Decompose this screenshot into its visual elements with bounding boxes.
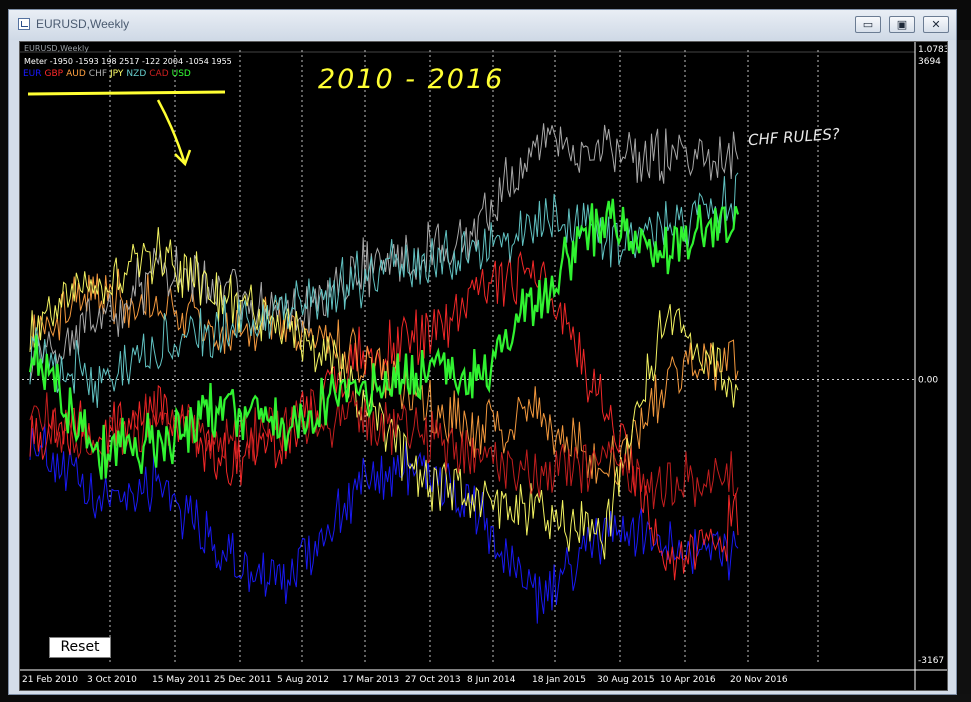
legend-item-aud: AUD	[66, 69, 86, 79]
annotation-underline	[27, 90, 226, 96]
legend-item-cad: CAD	[149, 69, 169, 79]
x-tick-label: 17 Mar 2013	[342, 675, 399, 685]
x-tick-label: 8 Jun 2014	[467, 675, 516, 685]
legend-item-gbp: GBP	[44, 69, 64, 79]
symbol-label: EURUSD,Weekly	[24, 44, 89, 53]
chart-window: EURUSD,Weekly ▭ ▣ ✕ 1.07834 3694 0.00 -3167…	[8, 9, 957, 695]
x-tick-label: 25 Dec 2011	[214, 675, 272, 685]
background-window-edge	[958, 40, 971, 702]
chart-window-icon	[18, 18, 30, 30]
indicator-values: Meter -1950 -1593 198 2517 -122 2004 -10…	[24, 57, 232, 66]
minimize-button[interactable]: ▭	[855, 16, 881, 33]
restore-button[interactable]: ▣	[889, 16, 915, 33]
window-title: EURUSD,Weekly	[36, 17, 130, 31]
x-tick-label: 5 Aug 2012	[277, 675, 329, 685]
x-tick-label: 18 Jan 2015	[532, 675, 586, 685]
scale-bottom-label: -3167	[918, 656, 944, 666]
minimize-icon: ▭	[862, 18, 874, 31]
price-top-label: 1.07834	[918, 45, 947, 55]
annotation-arrow	[156, 99, 187, 165]
window-titlebar[interactable]: EURUSD,Weekly ▭ ▣ ✕	[9, 10, 956, 40]
restore-icon: ▣	[896, 18, 908, 31]
legend-item-usd: USD	[171, 69, 191, 79]
legend-item-chf: CHF	[88, 69, 108, 79]
currency-legend: EUR GBP AUD CHF JPY NZD CAD USD	[23, 69, 194, 79]
x-tick-label: 20 Nov 2016	[730, 675, 788, 685]
close-icon: ✕	[931, 18, 941, 31]
chart-canvas[interactable]: 1.07834 3694 0.00 -3167 21 Feb 2010 3 Oct 201…	[19, 41, 948, 691]
annotation-years: 2010 - 2016	[318, 64, 505, 95]
background-window-strip	[530, 694, 971, 702]
scale-top-label: 3694	[918, 57, 941, 67]
x-tick-label: 15 May 2011	[152, 675, 211, 685]
legend-item-jpy: JPY	[110, 69, 124, 79]
x-tick-label: 30 Aug 2015	[597, 675, 655, 685]
x-tick-label: 10 Apr 2016	[660, 675, 716, 685]
legend-item-nzd: NZD	[126, 69, 147, 79]
x-tick-label: 3 Oct 2010	[87, 675, 137, 685]
reset-button[interactable]: Reset	[49, 637, 111, 658]
x-tick-label: 21 Feb 2010	[22, 675, 78, 685]
legend-item-eur: EUR	[23, 69, 42, 79]
x-tick-label: 27 Oct 2013	[405, 675, 461, 685]
scale-zero-label: 0.00	[918, 376, 938, 386]
close-button[interactable]: ✕	[923, 16, 949, 33]
series-line-chf	[29, 123, 739, 383]
